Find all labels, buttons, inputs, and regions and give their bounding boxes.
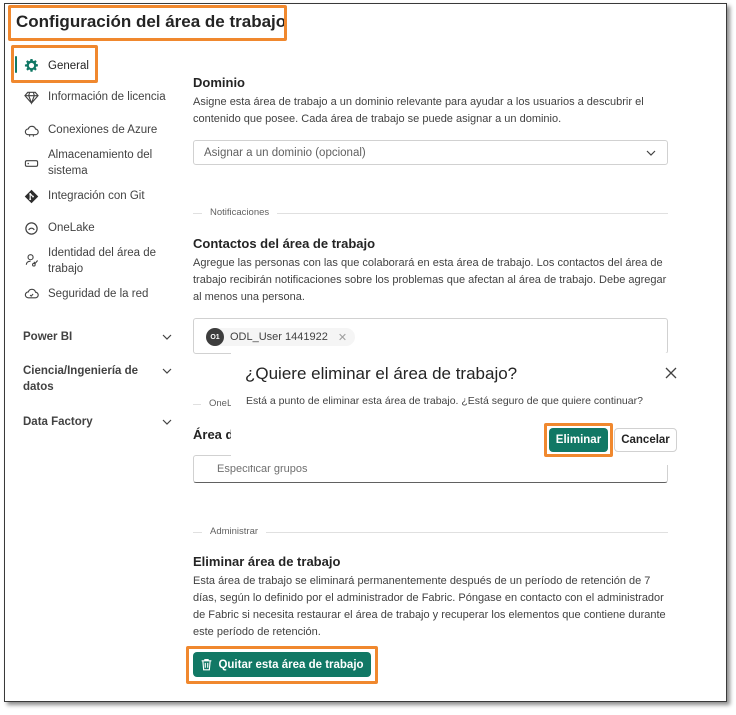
diamond-icon xyxy=(22,89,40,105)
section-label: Data Factory xyxy=(23,416,93,428)
remove-workspace-button[interactable]: Quitar esta área de trabajo xyxy=(193,652,371,677)
sidebar-item-label: Información de licencia xyxy=(48,91,166,103)
cloud-icon xyxy=(22,122,40,138)
delete-workspace-description: Esta área de trabajo se eliminará perman… xyxy=(193,575,666,638)
sidebar-item-label: Integración con Git xyxy=(48,190,145,202)
section-data-factory[interactable]: Data Factory xyxy=(23,414,173,430)
sidebar-item-label: Almacenamiento del sistema xyxy=(48,149,153,177)
section-label: Power BI xyxy=(23,331,73,343)
remove-contact-icon[interactable]: ✕ xyxy=(338,331,347,344)
section-data-science[interactable]: Ciencia/Ingeniería de datos xyxy=(23,363,173,395)
page-title: Configuración del área de trabajo xyxy=(16,12,287,31)
storage-icon xyxy=(22,155,40,171)
avatar: O1 xyxy=(206,328,224,346)
onelake-heading: Área d xyxy=(193,427,234,442)
confirm-delete-button[interactable]: Eliminar xyxy=(549,428,608,452)
sidebar-item-label: Identidad del área de trabajo xyxy=(48,247,157,275)
dialog-title: ¿Quiere eliminar el área de trabajo? xyxy=(245,364,518,383)
sidebar-item-label: OneLake xyxy=(48,222,95,234)
chevron-down-icon xyxy=(646,150,656,156)
onelake-icon xyxy=(22,220,40,236)
sidebar-item-label: Conexiones de Azure xyxy=(48,124,158,136)
chevron-down-icon xyxy=(162,368,172,374)
close-icon[interactable] xyxy=(663,365,679,381)
admin-divider-label: Administrar xyxy=(202,526,267,537)
contacts-description: Agregue las personas con las que colabor… xyxy=(193,257,667,303)
remove-workspace-label: Quitar esta área de trabajo xyxy=(218,658,364,671)
sidebar-item-network-security[interactable]: Seguridad de la red xyxy=(22,286,148,302)
chevron-down-icon xyxy=(162,334,172,340)
sidebar-item-azure[interactable]: Conexiones de Azure xyxy=(22,122,157,138)
git-icon xyxy=(22,188,40,204)
dialog-text: Está a punto de eliminar esta área de tr… xyxy=(246,395,643,407)
sidebar-item-general[interactable]: General xyxy=(22,57,89,74)
sidebar-item-license[interactable]: Información de licencia xyxy=(22,89,166,105)
domain-select[interactable]: Asignar a un dominio (opcional) xyxy=(193,140,668,165)
section-power-bi[interactable]: Power BI xyxy=(23,329,173,345)
section-label: Ciencia/Ingeniería de datos xyxy=(23,365,139,393)
active-indicator xyxy=(15,56,17,73)
domain-description: Asigne esta área de trabajo a un dominio… xyxy=(193,96,644,125)
trash-icon xyxy=(202,659,212,671)
notifications-divider-label: Notificaciones xyxy=(202,207,278,218)
contact-chip: O1 ODL_User 1441922 ✕ xyxy=(206,328,356,346)
sidebar-item-label: General xyxy=(48,60,89,72)
sidebar-item-label: Seguridad de la red xyxy=(48,288,149,300)
gear-icon xyxy=(22,57,40,73)
domain-heading: Dominio xyxy=(193,75,245,90)
sidebar-item-storage[interactable]: Almacenamiento del sistema xyxy=(22,147,172,179)
chevron-down-icon xyxy=(162,419,172,425)
domain-select-value: Asignar a un dominio (opcional) xyxy=(204,146,366,159)
identity-icon xyxy=(22,252,40,268)
contacts-heading: Contactos del área de trabajo xyxy=(193,236,376,251)
contact-name: ODL_User 1441922 xyxy=(230,331,328,343)
sidebar-item-git[interactable]: Integración con Git xyxy=(22,188,145,204)
sidebar-item-onelake[interactable]: OneLake xyxy=(22,220,95,236)
delete-workspace-heading: Eliminar área de trabajo xyxy=(193,554,341,569)
cancel-button[interactable]: Cancelar xyxy=(614,428,677,452)
network-security-icon xyxy=(22,286,40,302)
sidebar-item-identity[interactable]: Identidad del área de trabajo xyxy=(22,245,172,277)
